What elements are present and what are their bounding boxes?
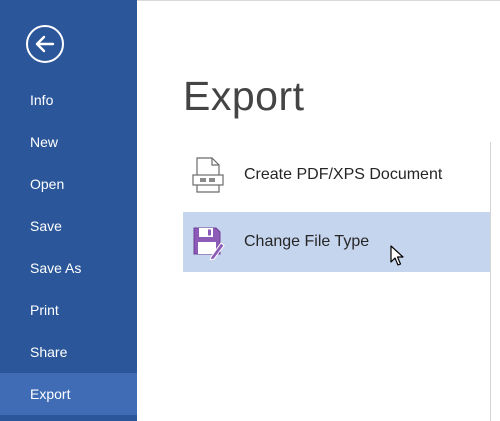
option-label: Change File Type	[244, 233, 370, 250]
sidebar-item-label: Print	[30, 302, 59, 318]
sidebar-item-label: Share	[30, 344, 68, 360]
change-file-type-icon	[193, 227, 225, 260]
sidebar-item-label: Open	[30, 176, 65, 192]
backstage-sidebar: Info New Open Save Save As Print Share E…	[0, 0, 137, 421]
sidebar-item-save[interactable]: Save	[0, 205, 137, 247]
option-label: Create PDF/XPS Document	[244, 166, 443, 183]
sidebar-item-new[interactable]: New	[0, 121, 137, 163]
sidebar-item-info[interactable]: Info	[0, 79, 137, 121]
page-title: Export	[183, 73, 305, 119]
create-pdf-xps-option[interactable]: Create PDF/XPS Document	[183, 145, 490, 205]
sidebar-item-open[interactable]: Open	[0, 163, 137, 205]
top-border	[137, 0, 500, 1]
sidebar-item-save-as[interactable]: Save As	[0, 247, 137, 289]
sidebar-item-label: New	[30, 134, 59, 150]
sidebar-item-print[interactable]: Print	[0, 289, 137, 331]
pdf-document-icon	[192, 157, 224, 193]
back-button[interactable]	[26, 25, 64, 63]
back-arrow-icon	[35, 35, 55, 53]
sidebar-item-label: Save As	[30, 260, 82, 276]
sidebar-item-label: Export	[30, 386, 71, 402]
sidebar-item-label: Save	[30, 218, 62, 234]
sidebar-item-label: Info	[30, 92, 54, 108]
panel-divider	[490, 142, 491, 421]
sidebar-item-share[interactable]: Share	[0, 331, 137, 373]
sidebar-item-export[interactable]: Export	[0, 373, 137, 415]
change-file-type-option[interactable]: Change File Type	[183, 212, 490, 272]
